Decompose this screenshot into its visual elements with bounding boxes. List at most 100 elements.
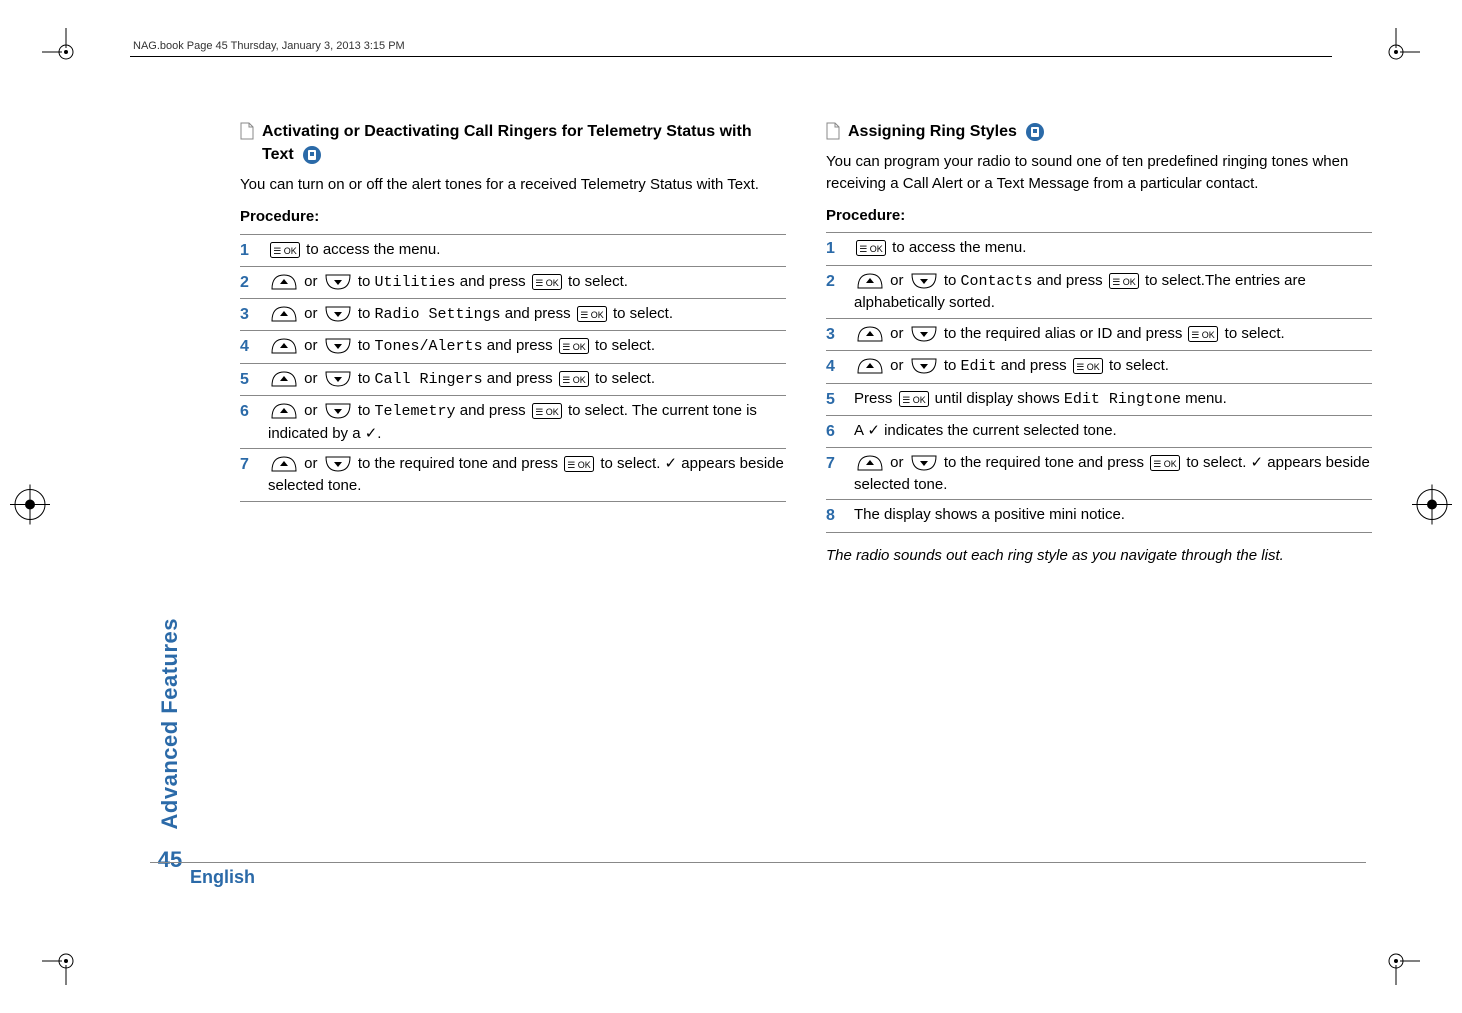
- step-list-left: 1 ☰ OK to access the menu. 2 or to Utili…: [240, 234, 786, 502]
- step-body: or to Edit and press ☰ OK to select.: [854, 355, 1372, 378]
- step-number: 6: [240, 400, 254, 445]
- step: 8 The display shows a positive mini noti…: [826, 499, 1372, 532]
- down-button-icon: [910, 455, 938, 471]
- registration-mark-right: [1412, 484, 1452, 529]
- document-icon: [826, 122, 840, 140]
- step-number: 3: [826, 323, 840, 346]
- columns: Activating or Deactivating Call Ringers …: [240, 120, 1372, 893]
- procedure-label: Procedure:: [826, 205, 1372, 227]
- svg-text:☰ OK: ☰ OK: [859, 244, 883, 254]
- down-button-icon: [324, 403, 352, 419]
- step: 4 or to Edit and press ☰ OK to select.: [826, 350, 1372, 382]
- step-body: Press ☰ OK until display shows Edit Ring…: [854, 388, 1372, 411]
- svg-text:☰ OK: ☰ OK: [535, 278, 559, 288]
- step-body: A ✓ indicates the current selected tone.: [854, 420, 1372, 443]
- registration-mark-left: [10, 484, 50, 529]
- sidebar: Advanced Features 45: [150, 120, 190, 893]
- step-number: 3: [240, 303, 254, 326]
- ok-button-icon: ☰ OK: [1073, 358, 1103, 374]
- step: 2 or to Utilities and press ☰ OK to sele…: [240, 266, 786, 298]
- ok-button-icon: ☰ OK: [899, 391, 929, 407]
- step-body: ☰ OK to access the menu.: [854, 237, 1372, 260]
- down-button-icon: [324, 371, 352, 387]
- step-body: The display shows a positive mini notice…: [854, 504, 1372, 527]
- svg-text:☰ OK: ☰ OK: [562, 375, 586, 385]
- step-number: 7: [826, 452, 840, 496]
- step: 6 A ✓ indicates the current selected ton…: [826, 415, 1372, 447]
- up-button-icon: [856, 358, 884, 374]
- intro-text: You can program your radio to sound one …: [826, 151, 1372, 195]
- up-button-icon: [270, 274, 298, 290]
- ok-button-icon: ☰ OK: [577, 306, 607, 322]
- svg-text:☰ OK: ☰ OK: [273, 246, 297, 256]
- step-body: or to the required tone and press ☰ OK t…: [268, 453, 786, 497]
- feature-badge-icon: [302, 145, 322, 165]
- svg-text:☰ OK: ☰ OK: [535, 407, 559, 417]
- up-button-icon: [270, 456, 298, 472]
- crop-mark-tr: [1384, 28, 1420, 64]
- step-number: 1: [826, 237, 840, 260]
- ok-button-icon: ☰ OK: [564, 456, 594, 472]
- ok-button-icon: ☰ OK: [1150, 455, 1180, 471]
- svg-text:☰ OK: ☰ OK: [567, 460, 591, 470]
- ok-button-icon: ☰ OK: [559, 371, 589, 387]
- down-button-icon: [910, 358, 938, 374]
- down-button-icon: [324, 456, 352, 472]
- step: 5 Press ☰ OK until display shows Edit Ri…: [826, 383, 1372, 415]
- up-button-icon: [856, 273, 884, 289]
- page-content: Advanced Features 45 Activating or Deact…: [150, 120, 1372, 893]
- footer-rule: [150, 862, 1366, 863]
- svg-text:☰ OK: ☰ OK: [562, 342, 586, 352]
- section-title-right: Assigning Ring Styles: [826, 120, 1372, 143]
- step-body: or to Telemetry and press ☰ OK to select…: [268, 400, 786, 445]
- crop-mark-br: [1384, 949, 1420, 985]
- step-number: 5: [240, 368, 254, 391]
- ok-button-icon: ☰ OK: [532, 403, 562, 419]
- svg-text:☰ OK: ☰ OK: [902, 395, 926, 405]
- down-button-icon: [910, 326, 938, 342]
- step-number: 5: [826, 388, 840, 411]
- section-heading: Assigning Ring Styles: [848, 120, 1045, 143]
- step: 5 or to Call Ringers and press ☰ OK to s…: [240, 363, 786, 395]
- step-number: 4: [240, 335, 254, 358]
- up-button-icon: [270, 403, 298, 419]
- running-header: NAG.book Page 45 Thursday, January 3, 20…: [133, 40, 405, 52]
- intro-text: You can turn on or off the alert tones f…: [240, 174, 786, 196]
- right-column: Assigning Ring Styles You can program yo…: [826, 120, 1372, 893]
- up-button-icon: [856, 326, 884, 342]
- step-number: 6: [826, 420, 840, 443]
- step: 2 or to Contacts and press ☰ OK to selec…: [826, 265, 1372, 319]
- svg-text:☰ OK: ☰ OK: [1153, 459, 1177, 469]
- step-list-right: 1 ☰ OK to access the menu. 2 or to Conta…: [826, 232, 1372, 532]
- note-text: The radio sounds out each ring style as …: [826, 545, 1372, 567]
- step-number: 1: [240, 239, 254, 262]
- svg-text:☰ OK: ☰ OK: [580, 310, 604, 320]
- step: 7 or to the required tone and press ☰ OK…: [826, 447, 1372, 500]
- section-title-left: Activating or Deactivating Call Ringers …: [240, 120, 786, 166]
- down-button-icon: [324, 306, 352, 322]
- section-heading: Activating or Deactivating Call Ringers …: [262, 120, 786, 166]
- step-body: or to Contacts and press ☰ OK to select.…: [854, 270, 1372, 315]
- step-number: 7: [240, 453, 254, 497]
- down-button-icon: [324, 338, 352, 354]
- ok-button-icon: ☰ OK: [559, 338, 589, 354]
- ok-button-icon: ☰ OK: [532, 274, 562, 290]
- page-number: 45: [158, 847, 182, 873]
- step-number: 4: [826, 355, 840, 378]
- down-button-icon: [910, 273, 938, 289]
- sidebar-section-label: Advanced Features: [157, 618, 183, 829]
- feature-badge-icon: [1025, 122, 1045, 142]
- step: 6 or to Telemetry and press ☰ OK to sele…: [240, 395, 786, 449]
- document-icon: [240, 122, 254, 140]
- step-body: or to the required tone and press ☰ OK t…: [854, 452, 1372, 496]
- step-body: or to Utilities and press ☰ OK to select…: [268, 271, 786, 294]
- svg-text:☰ OK: ☰ OK: [1112, 277, 1136, 287]
- step: 1 ☰ OK to access the menu.: [240, 235, 786, 266]
- step-body: or to Radio Settings and press ☰ OK to s…: [268, 303, 786, 326]
- ok-button-icon: ☰ OK: [1109, 273, 1139, 289]
- step-body: or to Call Ringers and press ☰ OK to sel…: [268, 368, 786, 391]
- crop-mark-tl: [42, 28, 78, 64]
- step-body: or to Tones/Alerts and press ☰ OK to sel…: [268, 335, 786, 358]
- step-number: 2: [826, 270, 840, 315]
- step: 4 or to Tones/Alerts and press ☰ OK to s…: [240, 330, 786, 362]
